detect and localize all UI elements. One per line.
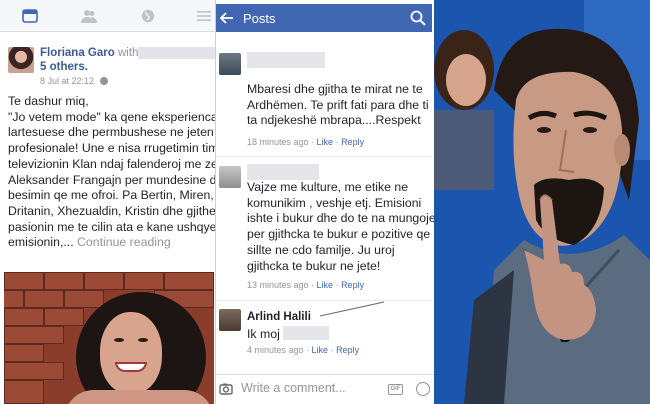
comment-item: Mbaresi dhe gjitha te mirat ne te Ardhëm… [216,48,432,153]
news-feed-icon[interactable] [22,9,38,23]
reply-link[interactable]: Reply [341,280,364,290]
comment-text: Mbaresi dhe gjitha te mirat ne te Ardhëm… [247,82,429,128]
continue-reading-link[interactable]: Continue reading [77,235,171,249]
middle-screenshot-panel: Posts Mbaresi dhe gjitha te mirat ne te … [216,0,434,404]
comment-input[interactable]: Write a comment... [241,381,346,395]
comment-text: Vajze me kulture, me etike ne komunikim … [247,180,434,273]
menu-icon[interactable] [196,9,212,23]
comment-composer: Write a comment... GIF [216,374,434,404]
redacted-tag [138,47,215,59]
back-arrow-icon[interactable] [219,11,234,25]
commenter-avatar[interactable] [219,309,241,331]
commenter-avatar[interactable] [219,166,241,188]
annotation-arrow [319,301,385,317]
like-link[interactable]: Like [317,280,334,290]
left-screenshot-panel: Floriana Garo with 5 others. 8 Jul at 22… [0,0,216,404]
post-text: Te dashur miq, "Jo vetem mode" ka qene e… [8,94,216,250]
emoji-icon[interactable] [416,382,430,396]
author-avatar[interactable] [8,47,34,73]
gif-button[interactable]: GIF [388,384,403,395]
header-title: Posts [243,11,276,26]
commenter-name[interactable]: Arlind Halili [247,311,311,323]
like-link[interactable]: Like [312,345,329,355]
redacted-name [247,52,325,68]
reply-link[interactable]: Reply [336,345,359,355]
comment-time: 13 minutes ago [247,280,309,290]
posts-header-bar: Posts [216,4,432,32]
right-photo-panel [434,0,650,404]
tagged-others[interactable]: 5 others. [40,61,88,73]
post-time-text: 8 Jul at 22:12 [40,76,95,86]
commenter-avatar[interactable] [219,53,241,75]
with-word: with [117,47,139,59]
post-author[interactable]: Floriana Garo with [40,47,138,59]
friends-icon[interactable] [81,9,97,23]
redacted-name [247,164,319,180]
reply-link[interactable]: Reply [341,137,364,147]
comment-item: Vajze me kulture, me etike ne komunikim … [216,160,434,295]
post-photo[interactable] [4,272,214,404]
comment-meta: 4 minutes ago · Like · Reply [247,345,360,355]
post-timestamp[interactable]: 8 Jul at 22:12 [40,76,108,86]
comment-meta: 13 minutes ago · Like · Reply [247,280,365,290]
globe-notifications-icon[interactable] [140,9,156,23]
comment-time: 4 minutes ago [247,345,304,355]
redacted-word [283,326,330,340]
globe-privacy-icon [99,77,108,85]
comment-text: Ik moj [247,326,434,343]
top-nav-bar [0,0,215,32]
post-header: Floriana Garo with 5 others. 8 Jul at 22… [8,45,215,91]
search-icon[interactable] [410,10,426,26]
camera-icon[interactable] [219,382,233,396]
woman-face [100,312,162,394]
like-link[interactable]: Like [317,137,334,147]
comment-time: 18 minutes ago [247,137,309,147]
comment-meta: 18 minutes ago · Like · Reply [247,137,365,147]
post-body: Te dashur miq, "Jo vetem mode" ka qene e… [8,94,216,251]
man-gesturing-photo [434,0,650,404]
